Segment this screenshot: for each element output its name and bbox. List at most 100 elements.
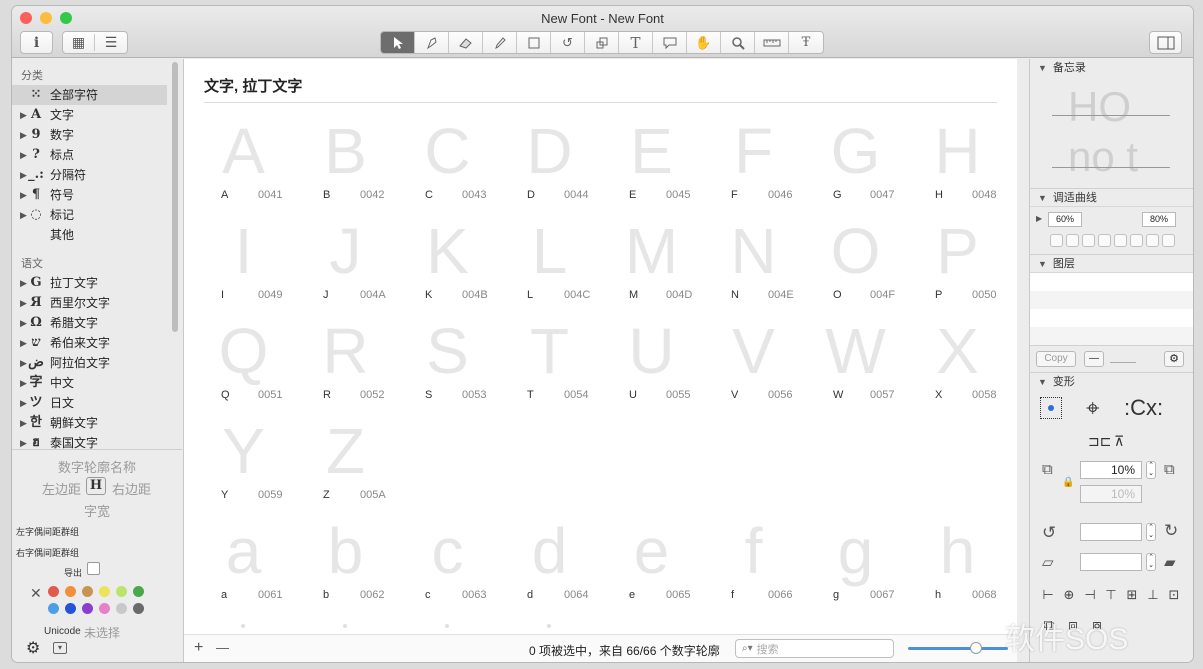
glyph-cell[interactable]: J J 004A <box>303 211 404 311</box>
glyph-cell[interactable]: M M 004D <box>609 211 710 311</box>
curves-disclosure-icon[interactable]: ▶ <box>1036 214 1042 223</box>
disclosure-triangle-icon[interactable]: ▶ <box>12 413 27 433</box>
disclosure-triangle-icon[interactable]: ▶ <box>12 185 27 205</box>
align-icon[interactable]: ⊥ <box>1145 587 1161 603</box>
glyph-cell[interactable]: W W 0057 <box>813 311 914 411</box>
disclosure-triangle-icon[interactable]: ▶ <box>12 293 27 313</box>
disclosure-triangle-icon[interactable]: ▶ <box>12 313 27 333</box>
align-icon[interactable]: ⊞ <box>1124 587 1140 603</box>
glyph-cell[interactable]: C C 0043 <box>405 111 506 211</box>
color-swatch[interactable] <box>133 603 144 614</box>
disclosure-triangle-icon[interactable]: ▶ <box>12 205 27 225</box>
color-swatch[interactable] <box>48 603 59 614</box>
glyph-cell[interactable]: G G 0047 <box>813 111 914 211</box>
rectangle-tool-icon[interactable] <box>517 32 551 53</box>
script-item-8[interactable]: ▶ ฮ 泰国文字 <box>12 433 182 449</box>
unicode-value[interactable]: 未选择 <box>84 624 120 641</box>
notes-header[interactable]: ▼ 备忘录 <box>1030 59 1193 77</box>
info-button[interactable]: i <box>20 31 53 54</box>
disclosure-triangle-icon[interactable]: ▶ <box>12 353 27 373</box>
color-swatch[interactable] <box>116 603 127 614</box>
align-icon[interactable]: ⊡ <box>1166 587 1182 603</box>
scale-stepper[interactable]: ⌃ ⌄ <box>1146 461 1156 479</box>
script-item-1[interactable]: ▶ Я 西里尔文字 <box>12 293 182 313</box>
glyph-cell[interactable]: f f 0066 <box>711 511 812 611</box>
glyph-cell[interactable]: N N 004E <box>711 211 812 311</box>
align-icon[interactable]: ⊢ <box>1040 587 1056 603</box>
color-swatch[interactable] <box>99 603 110 614</box>
rotate-left-icon[interactable]: ↺ <box>1042 523 1056 543</box>
color-swatch[interactable] <box>82 586 93 597</box>
flip-vertical-icon[interactable]: ⊼ <box>1114 433 1124 450</box>
curve-input-a[interactable]: 60% <box>1048 212 1082 227</box>
scale-input[interactable]: 10% <box>1080 461 1142 479</box>
pencil-tool-icon[interactable] <box>483 32 517 53</box>
glyph-cell[interactable]: I I 0049 <box>201 211 302 311</box>
zoom-slider-knob[interactable] <box>970 642 982 654</box>
export-checkbox[interactable] <box>87 562 100 575</box>
align-icon[interactable]: ⊕ <box>1061 587 1077 603</box>
curve-preset-button[interactable] <box>1130 234 1143 247</box>
glyph-cell[interactable]: Q Q 0051 <box>201 311 302 411</box>
disclosure-triangle-icon[interactable]: ▶ <box>12 273 27 293</box>
left-kerning-group[interactable]: 左字偶间距群组 <box>16 525 79 538</box>
script-item-3[interactable]: ▶ ש 希伯来文字 <box>12 333 182 353</box>
remove-glyph-button[interactable]: — <box>216 640 229 655</box>
sidebar-toggle-icon[interactable] <box>1149 31 1182 54</box>
align-icon[interactable]: ⊣ <box>1082 587 1098 603</box>
list-view-icon[interactable]: ☰ <box>95 34 127 51</box>
scale-tool-icon[interactable] <box>585 32 619 53</box>
advance-width-label[interactable]: 字宽 <box>12 501 182 520</box>
script-item-0[interactable]: ▶ G 拉丁文字 <box>12 273 182 293</box>
glyph-cell[interactable]: D D 0044 <box>507 111 608 211</box>
glyph-cell[interactable]: F F 0046 <box>711 111 812 211</box>
cat-item-0[interactable]: ⁙ 全部字符 <box>12 85 167 105</box>
glyph-cell[interactable]: Y Y 0059 <box>201 411 302 511</box>
color-swatch[interactable] <box>82 603 93 614</box>
copy-button[interactable]: Copy <box>1036 351 1076 367</box>
glyph-cell[interactable]: L L 004C <box>507 211 608 311</box>
remove-layer-button[interactable]: — <box>1084 351 1104 367</box>
glyph-cell[interactable]: K K 004B <box>405 211 506 311</box>
annotation-tool-icon[interactable] <box>653 32 687 53</box>
curve-preset-button[interactable] <box>1066 234 1079 247</box>
disclosure-triangle-icon[interactable]: ▶ <box>12 373 27 393</box>
glyph-cell[interactable]: h h 0068 <box>915 511 1016 611</box>
curve-preset-button[interactable] <box>1082 234 1095 247</box>
glyph-cell[interactable]: b b 0062 <box>303 511 404 611</box>
slant-right-icon[interactable]: ▰ <box>1164 553 1176 571</box>
script-item-2[interactable]: ▶ Ω 希腊文字 <box>12 313 182 333</box>
slant-left-icon[interactable]: ▱ <box>1042 553 1054 571</box>
cat-item-3[interactable]: ▶? 标点 <box>12 145 182 165</box>
glyph-cell[interactable]: e e 0065 <box>609 511 710 611</box>
disclosure-triangle-icon[interactable]: ▶ <box>12 165 27 185</box>
glyph-cell[interactable]: Z Z 005A <box>303 411 404 511</box>
cat-item-5[interactable]: ▶ ¶ 符号 <box>12 185 182 205</box>
gear-icon[interactable]: ⚙ <box>26 638 40 658</box>
disclosure-triangle-icon[interactable]: ▶ <box>12 145 27 165</box>
rotate-stepper[interactable]: ⌃ ⌄ <box>1146 523 1156 541</box>
crosshair-icon[interactable]: ⌖ <box>1086 395 1100 423</box>
hand-tool-icon[interactable]: ✋ <box>687 32 721 53</box>
dropdown-icon[interactable]: ▾ <box>53 642 67 654</box>
glyph-cell[interactable]: E E 0045 <box>609 111 710 211</box>
cat-item-4[interactable]: ▶ _.: 分隔符 <box>12 165 182 185</box>
layers-list[interactable] <box>1030 273 1193 345</box>
disclosure-triangle-icon[interactable]: ▶ <box>12 393 27 413</box>
cat-item-2[interactable]: ▶ 9 数字 <box>12 125 182 145</box>
measure-tool-icon[interactable] <box>755 32 789 53</box>
glyph-cell[interactable]: U U 0055 <box>609 311 710 411</box>
rotate-right-icon[interactable]: ↻ <box>1164 521 1178 541</box>
glyph-cell[interactable]: c c 0063 <box>405 511 506 611</box>
color-swatch[interactable] <box>116 586 127 597</box>
glyph-cell[interactable]: V V 0056 <box>711 311 812 411</box>
script-item-6[interactable]: ▶ ツ日文 <box>12 393 182 413</box>
curve-preset-button[interactable] <box>1098 234 1111 247</box>
curve-preset-button[interactable] <box>1114 234 1127 247</box>
transform-header[interactable]: ▼ 变形 <box>1030 373 1193 391</box>
zoom-tool-icon[interactable] <box>721 32 755 53</box>
script-item-5[interactable]: ▶ 字中文 <box>12 373 182 393</box>
color-swatch[interactable] <box>48 586 59 597</box>
disclosure-triangle-icon[interactable]: ▶ <box>12 433 27 449</box>
color-swatch[interactable] <box>99 586 110 597</box>
